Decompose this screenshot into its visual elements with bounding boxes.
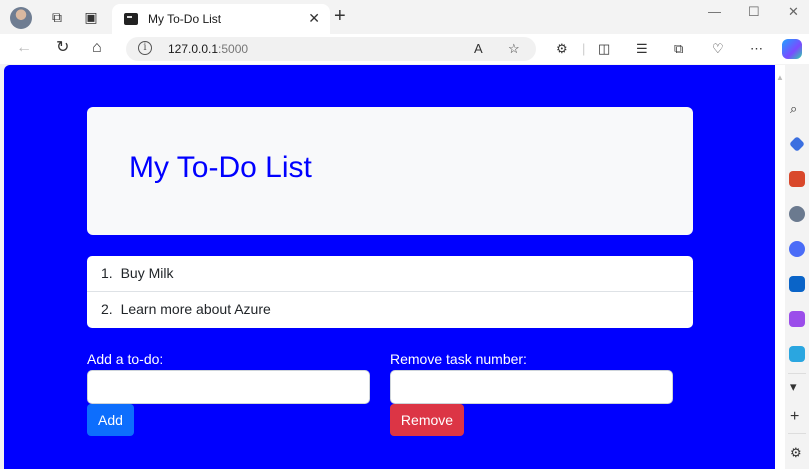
minimize-icon[interactable]: —	[708, 4, 721, 19]
sidebar-settings-icon[interactable]: ⚙	[790, 445, 802, 461]
browser-title-bar: ⧉ ▣ My To-Do List ✕ + — ☐ ✕	[0, 0, 809, 34]
browser-tab[interactable]: My To-Do List ✕	[112, 4, 330, 34]
site-info-icon[interactable]: i	[138, 41, 152, 55]
close-window-icon[interactable]: ✕	[788, 4, 799, 20]
home-icon[interactable]: ⌂	[92, 39, 102, 57]
tab-actions-icon[interactable]: ▣	[82, 8, 100, 26]
new-tab-icon[interactable]: +	[334, 6, 346, 26]
address-toolbar: ← ↻ ⌂ i 127.0.0.1:5000 A ☆ ⚙ | ◫ ☰ ⧉ ♡ ⋯	[0, 34, 809, 64]
todo-list: 1. Buy Milk 2. Learn more about Azure	[87, 256, 693, 328]
todo-item-number: 1.	[101, 265, 113, 281]
page-scrollbar[interactable]: ▲	[775, 65, 785, 469]
sidebar-divider	[788, 433, 806, 434]
address-bar[interactable]: i 127.0.0.1:5000 A ☆	[126, 37, 536, 61]
url-text: 127.0.0.1:5000	[168, 42, 248, 56]
remove-task-input[interactable]	[390, 370, 673, 404]
toolbar-divider: |	[582, 41, 586, 56]
browser-essentials-icon[interactable]: ♡	[712, 41, 724, 57]
page-title: My To-Do List	[129, 151, 312, 184]
profile-avatar[interactable]	[10, 7, 32, 29]
read-aloud-icon[interactable]: A	[474, 41, 483, 57]
extensions-icon[interactable]: ⚙	[556, 41, 568, 57]
url-port: :5000	[218, 42, 249, 56]
refresh-icon[interactable]: ↻	[56, 39, 69, 57]
scroll-up-arrow-icon[interactable]: ▲	[776, 73, 784, 82]
todo-item-text: Buy Milk	[120, 265, 174, 281]
sidebar-shopping-icon[interactable]	[789, 136, 805, 152]
tab-close-icon[interactable]: ✕	[308, 10, 320, 27]
collections-icon[interactable]: ⧉	[674, 41, 683, 57]
add-todo-input[interactable]	[87, 370, 370, 404]
sidebar-collapse-icon[interactable]: ▾	[790, 379, 797, 395]
back-icon[interactable]: ←	[16, 39, 32, 57]
sidebar-divider	[788, 373, 806, 374]
page-viewport: My To-Do List 1. Buy Milk 2. Learn more …	[4, 65, 775, 469]
edge-sidebar: ⌕ ▾ + ⚙	[785, 65, 809, 469]
tab-favicon-icon	[124, 13, 138, 25]
favorite-star-icon[interactable]: ☆	[508, 41, 520, 57]
add-todo-label: Add a to-do:	[87, 351, 164, 367]
sidebar-add-icon[interactable]: +	[790, 409, 799, 425]
sidebar-games-icon[interactable]	[789, 206, 805, 222]
remove-task-label: Remove task number:	[390, 351, 527, 367]
more-menu-icon[interactable]: ⋯	[750, 41, 763, 57]
sidebar-designer-icon[interactable]	[789, 311, 805, 327]
workspaces-icon[interactable]: ⧉	[48, 8, 66, 26]
copilot-icon[interactable]	[782, 39, 802, 59]
sidebar-microsoft365-icon[interactable]	[789, 241, 805, 257]
url-host: 127.0.0.1	[168, 42, 219, 56]
todo-item: 1. Buy Milk	[87, 256, 693, 292]
todo-item-number: 2.	[101, 301, 113, 317]
sidebar-tools-icon[interactable]	[789, 171, 805, 187]
split-screen-icon[interactable]: ◫	[598, 41, 610, 57]
header-card: My To-Do List	[87, 107, 693, 235]
favorites-icon[interactable]: ☰	[636, 41, 648, 57]
sidebar-send-icon[interactable]	[789, 346, 805, 362]
sidebar-outlook-icon[interactable]	[789, 276, 805, 292]
todo-item-text: Learn more about Azure	[120, 301, 271, 317]
todo-item: 2. Learn more about Azure	[87, 292, 693, 328]
sidebar-search-icon[interactable]: ⌕	[790, 101, 797, 117]
tab-title: My To-Do List	[148, 12, 222, 26]
remove-button[interactable]: Remove	[390, 404, 464, 436]
maximize-icon[interactable]: ☐	[748, 4, 760, 20]
add-button[interactable]: Add	[87, 404, 134, 436]
